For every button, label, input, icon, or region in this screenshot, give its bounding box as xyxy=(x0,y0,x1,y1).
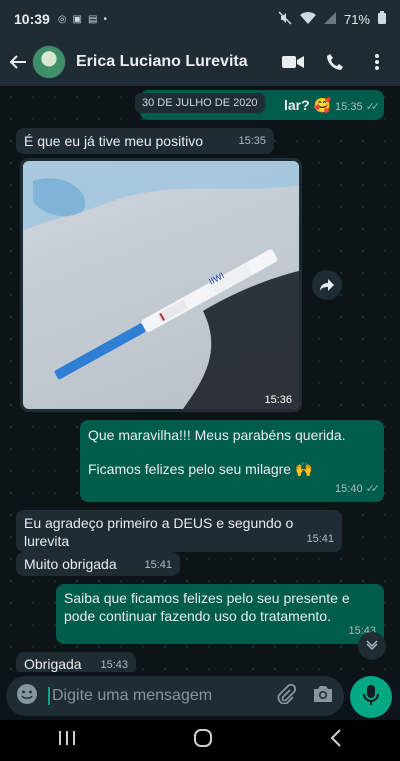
more-icon[interactable] xyxy=(364,49,390,75)
mute-icon xyxy=(278,10,292,28)
emoji-icon[interactable] xyxy=(16,683,38,710)
message-input[interactable]: Digite uma mensagem xyxy=(48,687,276,705)
message-text: Muito obrigada xyxy=(24,556,117,572)
chevron-down-icon xyxy=(366,637,378,655)
read-receipt-icon: ✓✓ xyxy=(365,101,381,113)
message-text: lar? 🥰 xyxy=(284,97,331,113)
message-incoming[interactable]: É que eu já tive meu positivo 15:35 xyxy=(16,128,274,154)
message-time: 15:41 xyxy=(306,533,334,545)
nav-recents-icon[interactable] xyxy=(58,730,76,751)
phone-icon[interactable] xyxy=(322,49,348,75)
message-incoming[interactable]: Eu agradeço primeiro a DEUS e segundo o … xyxy=(16,510,342,552)
mic-icon xyxy=(363,684,379,711)
scroll-down-button[interactable] xyxy=(358,632,386,660)
mic-button[interactable] xyxy=(350,676,392,718)
composer: Digite uma mensagem xyxy=(0,672,400,720)
message-time: 15:40 xyxy=(335,483,363,495)
message-text-secondary: Ficamos felizes pelo seu milagre 🙌 xyxy=(88,461,313,477)
video-call-icon[interactable] xyxy=(280,49,306,75)
nav-back-icon[interactable] xyxy=(330,729,342,752)
camera-icon[interactable] xyxy=(312,685,334,708)
chat-header: Erica Luciano Lurevita xyxy=(0,38,400,86)
wifi-icon xyxy=(299,11,316,28)
message-text: Saiba que ficamos felizes pelo seu prese… xyxy=(64,590,350,624)
message-time: 15:41 xyxy=(144,559,172,571)
message-outgoing[interactable]: Saiba que ficamos felizes pelo seu prese… xyxy=(56,584,384,644)
photo-illustration: IIWI xyxy=(23,161,299,409)
notification-icon: ▤ xyxy=(88,13,98,25)
avatar[interactable] xyxy=(32,45,66,79)
battery-icon xyxy=(378,11,386,27)
attach-icon[interactable] xyxy=(276,683,297,709)
message-outgoing[interactable]: Que maravilha!!! Meus parabéns querida. … xyxy=(80,420,384,502)
share-icon[interactable] xyxy=(312,270,342,300)
battery-percent: 71% xyxy=(343,11,370,27)
notification-icons: ◎ ▣ ▤ • xyxy=(58,14,107,25)
contact-name[interactable]: Erica Luciano Lurevita xyxy=(76,53,264,71)
notification-icon: ◎ xyxy=(57,13,67,25)
signal-icon xyxy=(323,11,336,27)
message-time: 15:35 xyxy=(335,101,363,113)
clock: 10:39 xyxy=(14,11,50,27)
message-time: 15:43 xyxy=(100,659,128,671)
read-receipt-icon: ✓✓ xyxy=(365,483,381,495)
message-input-box[interactable]: Digite uma mensagem xyxy=(6,676,344,716)
notification-dot-icon: • xyxy=(103,13,107,25)
message-image[interactable]: IIWI 15:36 xyxy=(20,158,302,412)
notification-icon: ▣ xyxy=(72,13,82,25)
message-text: Eu agradeço primeiro a DEUS e segundo o … xyxy=(24,515,294,549)
message-time: 15:35 xyxy=(238,135,266,147)
status-bar: 10:39 ◎ ▣ ▤ • 71% xyxy=(0,0,400,38)
back-arrow-icon[interactable] xyxy=(6,50,30,74)
system-nav-bar xyxy=(0,720,400,761)
date-chip: 30 DE JULHO DE 2020 xyxy=(135,93,265,113)
message-text: Que maravilha!!! Meus parabéns querida. xyxy=(88,427,346,443)
message-incoming[interactable]: Muito obrigada 15:41 xyxy=(16,552,180,576)
message-text: É que eu já tive meu positivo xyxy=(24,133,203,149)
pregnancy-test-photo[interactable]: IIWI xyxy=(23,161,299,409)
message-text: Obrigada xyxy=(24,656,82,672)
chat-area[interactable]: lar? 🥰 15:35 ✓✓ 30 DE JULHO DE 2020 É qu… xyxy=(0,86,400,672)
nav-home-icon[interactable] xyxy=(193,728,213,753)
message-time: 15:36 xyxy=(264,394,292,406)
message-incoming[interactable]: Obrigada 15:43 xyxy=(16,652,136,672)
